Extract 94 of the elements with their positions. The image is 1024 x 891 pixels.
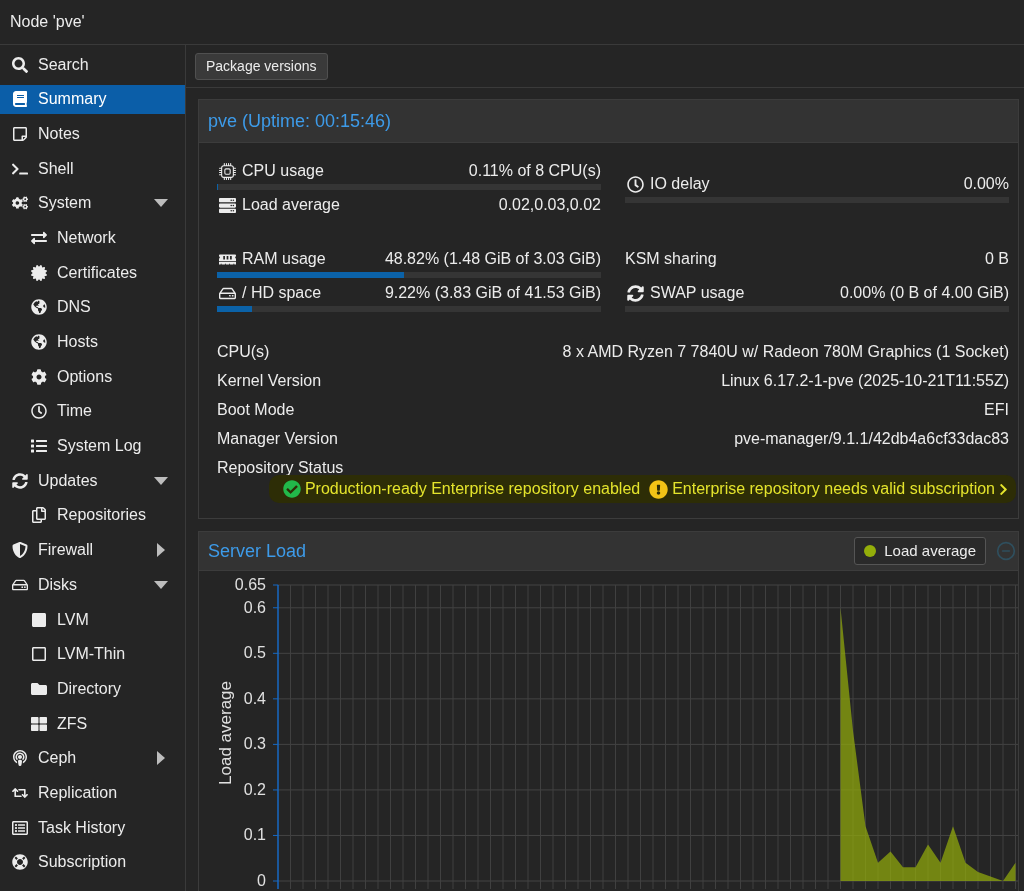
sidebar-item[interactable]: Task History (0, 813, 185, 843)
list-card-icon (12, 819, 28, 836)
panel-title: Server Load (208, 539, 307, 563)
sidebar-item[interactable]: Repositories (0, 500, 185, 530)
y-tick-label: 0.3 (243, 735, 266, 753)
sidebar-item[interactable]: Disks (0, 570, 185, 600)
sidebar-item[interactable]: ZFS (0, 709, 185, 739)
grid-icon (31, 715, 47, 732)
sidebar-item[interactable]: Hosts (0, 327, 185, 357)
metric-label: IO delay (650, 174, 710, 194)
chip-icon (219, 162, 236, 180)
detail-value: 8 x AMD Ryzen 7 7840U w/ Radeon 780M Graphics (1 Socket) (562, 342, 1009, 361)
status-text: Enterprise repository needs valid subscription (672, 479, 995, 499)
detail-label: Kernel Version (217, 371, 322, 390)
metric-label: CPU usage (242, 161, 324, 181)
detail-value: Linux 6.17.2-1-pve (2025-10-21T11:55Z) (721, 371, 1009, 390)
detail-label: Manager Version (217, 429, 338, 448)
sidebar-item[interactable]: System (0, 188, 185, 218)
sidebar-item[interactable]: Summary (0, 84, 185, 114)
caret-down-icon[interactable] (154, 199, 168, 208)
book-icon (12, 91, 28, 108)
gear-icon (31, 368, 47, 385)
warning-icon (649, 479, 669, 499)
note-icon (12, 125, 28, 142)
sidebar-item[interactable]: Directory (0, 674, 185, 704)
window-title: Node 'pve' (10, 12, 85, 32)
sidebar-item[interactable]: Updates (0, 466, 185, 496)
metric-label: / HD space (242, 283, 322, 303)
refresh-icon (12, 472, 28, 489)
metric-label: RAM usage (242, 249, 326, 269)
metric-value: 0.02,0.03,0.02 (498, 195, 601, 215)
metric-value: 9.22% (3.83 GiB of 41.53 GiB) (384, 283, 601, 303)
caret-right-icon[interactable] (157, 543, 165, 558)
y-tick-label: 0.4 (243, 689, 266, 707)
rings-icon (12, 750, 28, 767)
metric-value: 0.00% (963, 174, 1009, 194)
shield-icon (12, 542, 28, 559)
sidebar-item[interactable]: Network (0, 223, 185, 253)
clock-icon (31, 403, 47, 420)
sidebar-item[interactable]: DNS (0, 292, 185, 322)
y-axis-title: Load average (215, 681, 235, 785)
search-icon (12, 56, 28, 73)
y-tick-label: 0.6 (243, 598, 266, 616)
sidebar-item[interactable]: Ceph (0, 743, 185, 773)
square-outline-icon (31, 646, 47, 663)
lifebuoy-icon (12, 854, 28, 871)
clock-icon (627, 175, 644, 193)
caret-down-icon[interactable] (154, 580, 168, 589)
metric-label: SWAP usage (650, 283, 745, 303)
exchange-arrows-icon (31, 229, 47, 246)
sidebar-item[interactable]: Firewall (0, 535, 185, 565)
y-tick-label: 0.5 (243, 644, 266, 662)
toolbar-button[interactable]: Package versions (195, 52, 328, 80)
sidebar-item[interactable]: Time (0, 396, 185, 426)
list-icon (31, 438, 47, 455)
y-tick-label: 0.65 (234, 576, 266, 593)
sidebar-item[interactable]: Subscription (0, 847, 185, 877)
sidebar-item[interactable]: Certificates (0, 258, 185, 288)
detail-value: pve-manager/9.1.1/42db4a6cf33dac83 (734, 429, 1009, 448)
server-icon (219, 196, 236, 214)
globe-icon (31, 299, 47, 316)
sidebar-item[interactable]: Replication (0, 778, 185, 808)
y-tick-label: 0 (257, 872, 266, 889)
refresh-icon (627, 284, 644, 302)
seal-icon (31, 264, 47, 281)
sidebar-item[interactable]: LVM-Thin (0, 639, 185, 669)
gears-icon (12, 195, 28, 212)
y-tick-label: 0.2 (243, 780, 266, 798)
legend-button[interactable]: Load average (854, 537, 986, 565)
documents-icon (31, 507, 47, 524)
detail-label: Repository Status (217, 458, 344, 477)
detail-label: Boot Mode (217, 400, 295, 419)
metric-value: 48.82% (1.48 GiB of 3.03 GiB) (384, 249, 601, 269)
sidebar-item[interactable]: System Log (0, 431, 185, 461)
metric-value: 0.00% (0 B of 4.00 GiB) (840, 283, 1009, 303)
metric-value: 0 B (985, 249, 1009, 269)
detail-label: CPU(s) (217, 342, 270, 361)
caret-right-icon[interactable] (157, 751, 165, 766)
metric-label: KSM sharing (625, 249, 717, 269)
sidebar-item[interactable]: LVM (0, 605, 185, 634)
panel-title: pve (Uptime: 00:15:46) (208, 109, 392, 133)
folder-icon (31, 680, 47, 697)
sidebar-item[interactable]: Shell (0, 154, 185, 184)
sidebar-item[interactable]: Options (0, 362, 185, 392)
sidebar-item[interactable]: Notes (0, 119, 185, 149)
chevron-right-icon[interactable] (999, 482, 1008, 496)
y-tick-label: 0.1 (243, 826, 266, 844)
sidebar-item[interactable]: Search (0, 50, 185, 79)
caret-down-icon[interactable] (154, 476, 168, 485)
globe-icon (31, 334, 47, 350)
metric-label: Load average (242, 195, 340, 215)
status-text: Production-ready Enterprise repository enabled (304, 479, 641, 499)
detail-value: EFI (984, 400, 1009, 419)
metric-value: 0.11% of 8 CPU(s) (468, 161, 601, 181)
